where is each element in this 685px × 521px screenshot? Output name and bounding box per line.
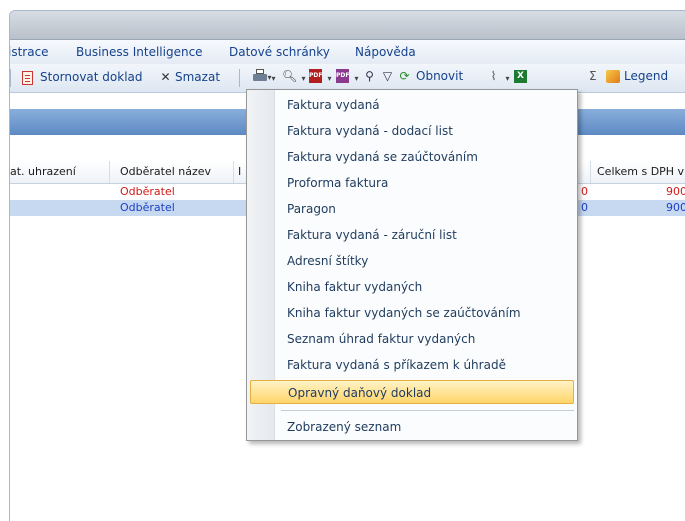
- delete-icon[interactable]: ✕: [158, 70, 173, 85]
- cell-celkem: 900: [666, 185, 685, 198]
- filter-icon[interactable]: ▽: [380, 69, 395, 84]
- menu-item-faktura-vydana[interactable]: Faktura vydaná: [250, 93, 574, 117]
- menu-item-proforma[interactable]: Proforma faktura: [250, 171, 574, 195]
- cell-odberatel: Odběratel: [120, 185, 175, 198]
- menu-item-prikaz-k-uhrade[interactable]: Faktura vydaná s příkazem k úhradě: [250, 353, 574, 377]
- email-pdf-icon[interactable]: PDF: [336, 69, 349, 83]
- legend-icon[interactable]: [606, 70, 620, 83]
- cell-odberatel: Odběratel: [120, 201, 175, 214]
- toolbar-separator: [239, 69, 240, 87]
- column-header-celkem-s-dph[interactable]: Celkem s DPH v: [590, 161, 685, 183]
- cell-number-fragment: 0: [581, 201, 588, 214]
- legenda-button[interactable]: Legend: [624, 69, 668, 83]
- menu-napoveda[interactable]: Nápověda: [355, 45, 416, 59]
- menu-item-opravny-danovy-doklad[interactable]: Opravný daňový doklad: [250, 380, 574, 404]
- menu-item-seznam-uhrad[interactable]: Seznam úhrad faktur vydaných: [250, 327, 574, 351]
- export-pdf-icon[interactable]: PDF: [309, 69, 322, 83]
- attachment-icon[interactable]: ⌇: [486, 69, 501, 84]
- menu-item-kniha-faktur[interactable]: Kniha faktur vydaných: [250, 275, 574, 299]
- menu-item-zarucni-list[interactable]: Faktura vydaná - záruční list: [250, 223, 574, 247]
- search-icon[interactable]: ⚲: [362, 69, 377, 84]
- refresh-icon[interactable]: ⟳: [397, 69, 412, 84]
- title-bar: [10, 11, 685, 40]
- column-header-uhrazeni[interactable]: at. uhrazení: [10, 161, 110, 183]
- menu-business-intelligence[interactable]: Business Intelligence: [76, 45, 203, 59]
- cell-number-fragment: 0: [581, 185, 588, 198]
- cancel-document-icon[interactable]: [22, 71, 33, 85]
- chevron-down-icon[interactable]: ▾: [322, 71, 337, 86]
- menu-separator: [281, 410, 574, 411]
- menu-item-adresni-stitky[interactable]: Adresní štítky: [250, 249, 574, 273]
- toolbar-separator: [10, 69, 11, 87]
- print-button-icon[interactable]: [253, 69, 267, 83]
- menu-item-se-zauctovanim[interactable]: Faktura vydaná se zaúčtováním: [250, 145, 574, 169]
- menu-item-paragon[interactable]: Paragon: [250, 197, 574, 221]
- print-dropdown-chevron-icon[interactable]: ▾: [266, 71, 281, 86]
- column-header-odberatel[interactable]: Odběratel název: [110, 161, 234, 183]
- menu-datove-schranky[interactable]: Datové schránky: [229, 45, 330, 59]
- menu-item-dodaci-list[interactable]: Faktura vydaná - dodací list: [250, 119, 574, 143]
- sum-icon[interactable]: Σ: [589, 69, 597, 83]
- menu-administrace[interactable]: istrace: [10, 45, 49, 59]
- cell-celkem: 900: [666, 201, 685, 214]
- smazat-button[interactable]: Smazat: [175, 70, 220, 84]
- menu-item-kniha-faktur-zauctovani[interactable]: Kniha faktur vydaných se zaúčtováním: [250, 301, 574, 325]
- obnovit-button[interactable]: Obnovit: [416, 69, 463, 83]
- chevron-down-icon[interactable]: ▾: [500, 71, 515, 86]
- stornovat-doklad-button[interactable]: Stornovat doklad: [40, 70, 143, 84]
- excel-export-icon[interactable]: X: [514, 70, 527, 83]
- menu-bar: istrace Business Intelligence Datové sch…: [10, 40, 685, 64]
- menu-item-zobrazeny-seznam[interactable]: Zobrazený seznam: [250, 415, 574, 439]
- print-dropdown-menu: Faktura vydaná Faktura vydaná - dodací l…: [246, 89, 578, 441]
- print-preview-icon[interactable]: 🔍︎: [282, 69, 297, 84]
